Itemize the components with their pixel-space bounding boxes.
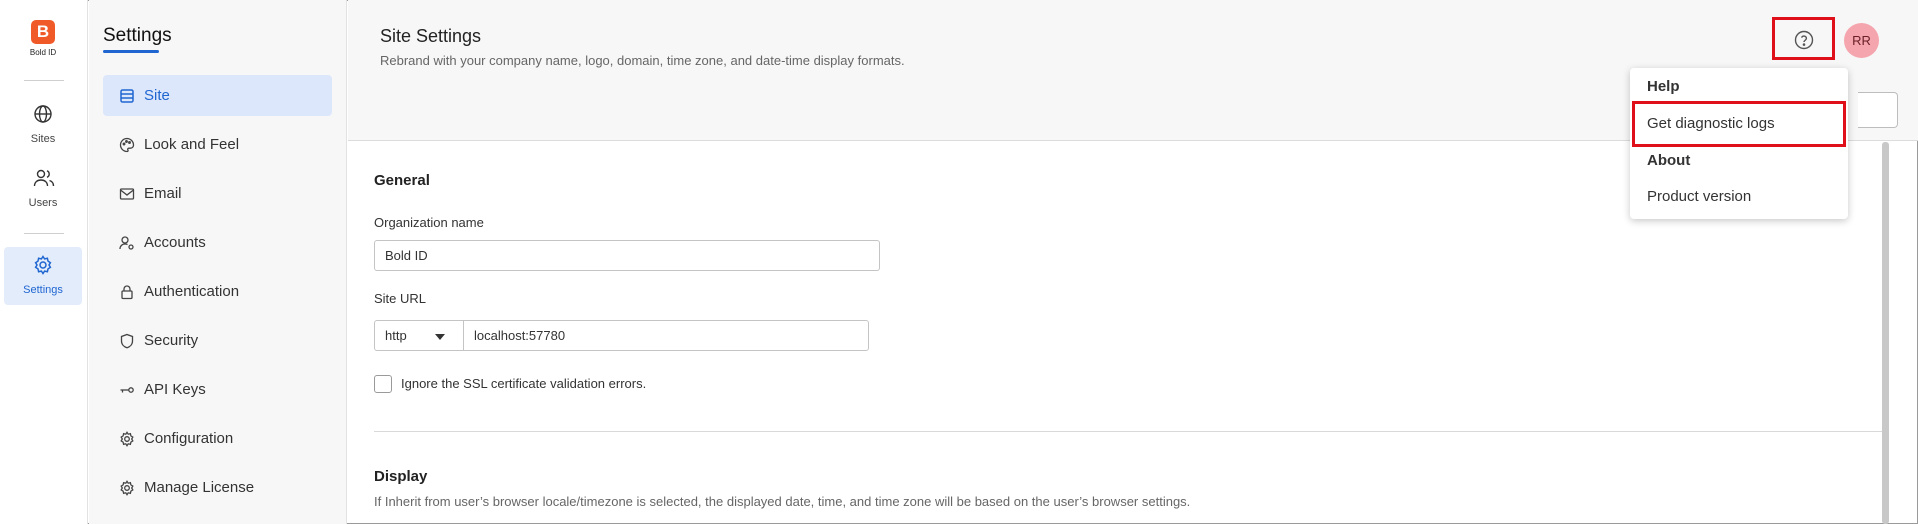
- globe-icon: [34, 105, 52, 123]
- sidebar-item-authentication[interactable]: Authentication: [103, 271, 332, 312]
- protocol-value: http: [385, 328, 407, 343]
- sidebar-item-label: Configuration: [144, 430, 234, 447]
- sidebar-item-label: Look and Feel: [144, 136, 240, 153]
- section-divider: [374, 431, 1882, 432]
- sidebar-item-label: Manage License: [144, 479, 255, 496]
- site-url-label: Site URL: [374, 291, 427, 306]
- sidebar-item-accounts[interactable]: Accounts: [103, 222, 332, 263]
- about-menu-heading: About: [1647, 152, 1691, 169]
- sidebar-item-label: Email: [144, 185, 182, 202]
- help-menu: Help Get diagnostic logs About Product v…: [1630, 68, 1848, 219]
- help-button[interactable]: [1772, 17, 1835, 60]
- ssl-ignore-checkbox[interactable]: [374, 375, 392, 393]
- sidebar-item-api-keys[interactable]: API Keys: [103, 369, 332, 410]
- gear-icon: [120, 431, 134, 447]
- shield-icon: [120, 333, 134, 349]
- sidebar-item-label: Authentication: [144, 283, 240, 300]
- rail-label-users: Users: [28, 197, 58, 209]
- rail-item-users[interactable]: Users: [4, 160, 82, 218]
- display-section-title: Display: [374, 468, 428, 485]
- sidebar-item-email[interactable]: Email: [103, 173, 332, 214]
- palette-icon: [119, 137, 135, 153]
- general-section-title: General: [374, 172, 430, 189]
- gear-icon: [34, 255, 52, 275]
- brand-logo[interactable]: B: [31, 20, 55, 44]
- rail-label-settings: Settings: [23, 284, 63, 296]
- settings-sidebar: Settings Site Look and Feel Email Accoun…: [89, 0, 347, 524]
- sidebar-item-security[interactable]: Security: [103, 320, 332, 361]
- chevron-down-icon: [435, 334, 445, 340]
- ssl-ignore-label: Ignore the SSL certificate validation er…: [401, 376, 647, 391]
- display-description: If Inherit from user’s browser locale/ti…: [374, 494, 1191, 509]
- sidebar-item-label: API Keys: [144, 381, 206, 398]
- help-menu-heading: Help: [1647, 78, 1680, 95]
- rail-divider: [24, 80, 64, 81]
- brand-name: Bold ID: [29, 48, 57, 57]
- sidebar-item-label: Security: [144, 332, 199, 349]
- avatar[interactable]: RR: [1844, 23, 1879, 58]
- mail-icon: [119, 188, 135, 200]
- org-name-label: Organization name: [374, 215, 484, 230]
- rail-item-settings[interactable]: Settings: [4, 247, 82, 305]
- site-host-input[interactable]: localhost:57780: [463, 320, 869, 351]
- help-circle-icon: [1794, 30, 1814, 50]
- rail-divider: [24, 233, 64, 234]
- sidebar-title-underline: [103, 50, 159, 53]
- sidebar-item-manage-license[interactable]: Manage License: [103, 467, 332, 508]
- app-rail: B Bold ID Sites Users Settings: [0, 0, 88, 524]
- rail-label-sites: Sites: [30, 133, 56, 145]
- sidebar-item-look-and-feel[interactable]: Look and Feel: [103, 124, 332, 165]
- header-action-button[interactable]: [1858, 92, 1898, 128]
- sidebar-item-configuration[interactable]: Configuration: [103, 418, 332, 459]
- get-diagnostic-logs-item[interactable]: Get diagnostic logs: [1647, 115, 1775, 132]
- sidebar-item-label: Site: [144, 87, 170, 104]
- page-title: Site Settings: [380, 26, 482, 46]
- product-version-item[interactable]: Product version: [1647, 188, 1751, 205]
- lock-icon: [121, 285, 133, 300]
- user-settings-icon: [119, 236, 134, 250]
- scrollbar[interactable]: [1882, 142, 1889, 524]
- rail-item-sites[interactable]: Sites: [4, 96, 82, 154]
- org-name-input[interactable]: Bold ID: [374, 240, 880, 271]
- server-icon: [120, 89, 134, 103]
- sidebar-item-site[interactable]: Site: [103, 75, 332, 116]
- key-icon: [120, 387, 134, 393]
- sidebar-item-label: Accounts: [144, 234, 206, 251]
- users-icon: [33, 169, 55, 187]
- protocol-select[interactable]: http: [374, 320, 464, 351]
- sidebar-title: Settings: [103, 25, 172, 46]
- page-subtitle: Rebrand with your company name, logo, do…: [380, 53, 905, 68]
- gear-icon: [120, 480, 134, 496]
